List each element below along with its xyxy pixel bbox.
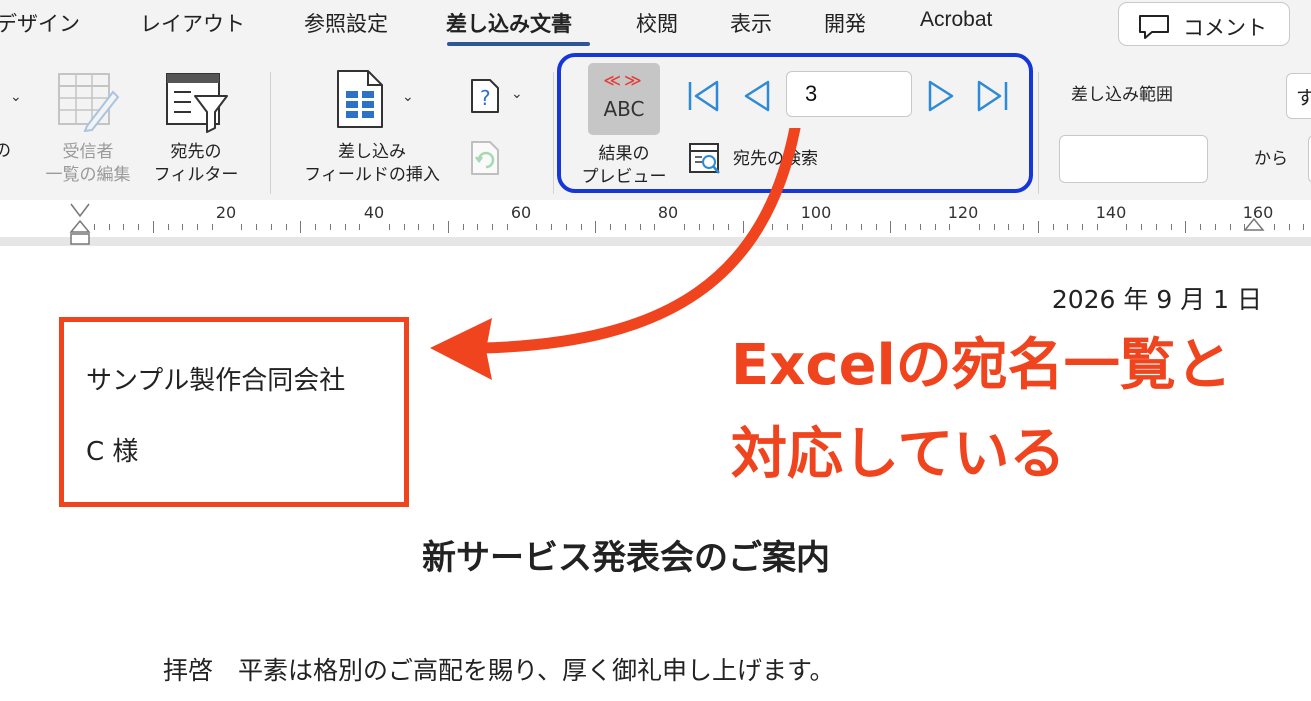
ruler-tick <box>1126 224 1127 230</box>
ruler-tick <box>920 224 921 230</box>
ruler-tick <box>330 224 331 230</box>
ruler-tick <box>1097 224 1098 230</box>
ruler-tick <box>182 224 183 230</box>
tab-view[interactable]: 表示 <box>730 8 772 38</box>
ruler-tick <box>271 224 272 230</box>
document-date: 2026 年 9 月 1 日 <box>1051 285 1262 314</box>
tab-mailings[interactable]: 差し込み文書 <box>446 8 572 38</box>
tab-acrobat[interactable]: Acrobat <box>920 8 992 32</box>
cut-off-label: の <box>0 141 11 161</box>
recipient-highlight-box <box>59 317 409 507</box>
ruler-tick <box>949 224 950 230</box>
ruler-label: 40 <box>363 203 385 222</box>
ruler-tick <box>1289 224 1290 230</box>
insert-merge-field-icon[interactable] <box>336 69 384 129</box>
ruler-tick <box>1141 224 1142 230</box>
merge-range-dropdown-value: す <box>1296 87 1311 109</box>
tab-design[interactable]: デザイン <box>0 8 80 38</box>
edit-recipients-label-2: 一覧の編集 <box>45 165 131 185</box>
chevron-down-icon[interactable]: ⌄ <box>511 86 523 102</box>
ruler-tick <box>315 224 316 230</box>
ruler-tick <box>241 224 242 230</box>
ruler-tick <box>1303 224 1304 230</box>
comment-button[interactable]: コメント <box>1118 2 1290 46</box>
ruler-label: 140 <box>1095 203 1127 222</box>
ruler-tick <box>389 224 390 230</box>
ruler-tick <box>1038 221 1039 233</box>
filter-label-1: 宛先の <box>170 142 222 162</box>
ruler-tick <box>876 224 877 230</box>
ruler-tick <box>1185 221 1186 233</box>
ruler-tick <box>1008 224 1009 230</box>
ruler-tick <box>94 224 95 230</box>
ruler-tick <box>1171 224 1172 230</box>
ruler-tick <box>212 224 213 230</box>
tab-review[interactable]: 校閲 <box>636 8 678 38</box>
ruler-tick <box>1215 224 1216 230</box>
edit-recipients-label-1: 受信者 <box>62 142 114 162</box>
right-indent-marker[interactable] <box>1243 216 1265 232</box>
from-label: から <box>1254 149 1288 169</box>
ruler-tick <box>1156 224 1157 230</box>
ruler-tick <box>1067 224 1068 230</box>
edit-recipients-icon[interactable] <box>57 70 119 132</box>
chevron-down-icon[interactable]: ⌄ <box>402 89 414 105</box>
ruler-tick <box>861 224 862 230</box>
ruler-tick <box>197 224 198 230</box>
indent-marker[interactable] <box>68 202 92 246</box>
ruler-tick <box>404 224 405 230</box>
ruler-tick <box>286 224 287 230</box>
tab-references[interactable]: 参照設定 <box>304 8 388 38</box>
ruler-tick <box>1230 224 1231 230</box>
merge-range-label: 差し込み範囲 <box>1071 85 1173 105</box>
ruler-tick <box>890 221 891 233</box>
ruler-tick <box>256 224 257 230</box>
document-greeting: 拝啓 平素は格別のご高配を賜り、厚く御礼申し上げます。 <box>163 656 835 685</box>
ruler-tick <box>138 224 139 230</box>
ribbon-separator <box>1038 72 1039 194</box>
rules-icon[interactable]: ? <box>470 78 502 114</box>
ruler-tick <box>831 224 832 230</box>
svg-text:?: ? <box>480 86 491 110</box>
ruler-tick <box>846 224 847 230</box>
ruler-tick <box>1023 224 1024 230</box>
document-title: 新サービス発表会のご案内 <box>422 538 830 578</box>
comment-icon <box>1139 15 1169 39</box>
ribbon-tab-bar: デザイン レイアウト 参照設定 差し込み文書 校閲 表示 開発 Acrobat … <box>0 0 1311 50</box>
annotation-line-1: Excelの宛名一覧と <box>731 333 1232 398</box>
ruler-tick <box>979 224 980 230</box>
filter-recipients-icon[interactable] <box>165 70 229 134</box>
range-from-input[interactable] <box>1059 135 1208 183</box>
ruler-label: 20 <box>215 203 237 222</box>
ruler-tick <box>359 224 360 230</box>
ruler-tick <box>1200 224 1201 230</box>
merge-range-dropdown[interactable]: す <box>1286 73 1311 119</box>
ribbon-separator <box>270 72 271 194</box>
ruler-tick <box>109 224 110 230</box>
ruler-tick <box>1082 224 1083 230</box>
filter-label-2: フィルター <box>153 165 239 185</box>
ruler-tick <box>345 224 346 230</box>
ruler-tick <box>935 224 936 230</box>
ruler-label: 120 <box>947 203 979 222</box>
comment-button-label: コメント <box>1183 16 1267 40</box>
ruler-tick <box>300 221 301 233</box>
recipient-company: サンプル製作合同会社 <box>86 366 346 396</box>
annotation-line-2: 対応している <box>731 422 1066 487</box>
ruler-tick <box>1053 224 1054 230</box>
ruler-tick <box>123 224 124 230</box>
tab-layout[interactable]: レイアウト <box>140 8 245 38</box>
ruler-tick <box>905 224 906 230</box>
ruler-tick <box>153 221 154 233</box>
tab-developer[interactable]: 開発 <box>824 8 866 38</box>
active-tab-indicator <box>447 42 590 46</box>
ruler-tick <box>418 224 419 230</box>
word-window: デザイン レイアウト 参照設定 差し込み文書 校閲 表示 開発 Acrobat … <box>0 0 1311 701</box>
ruler-tick <box>1274 224 1275 230</box>
recipient-name: C 様 <box>86 437 139 467</box>
ruler-tick <box>168 224 169 230</box>
ruler-tick <box>994 224 995 230</box>
chevron-down-icon[interactable]: ⌄ <box>10 89 22 105</box>
